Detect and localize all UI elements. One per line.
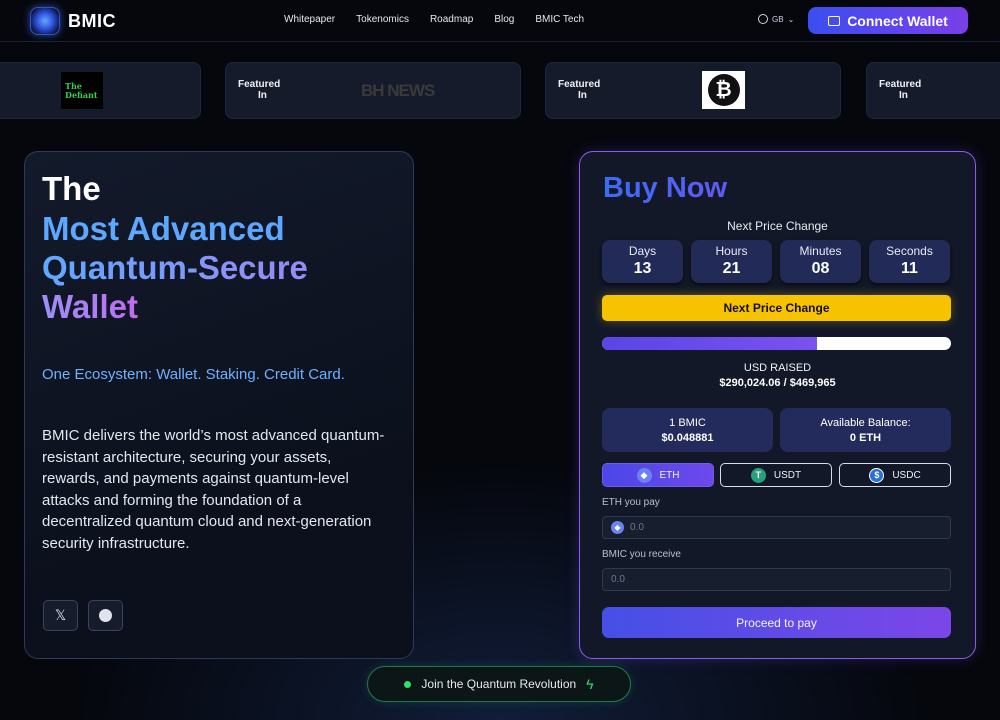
connect-wallet-button[interactable]: Connect Wallet xyxy=(808,7,968,34)
bh-news-logo: BH NEWS xyxy=(361,81,435,100)
token-usdc-button[interactable]: $ USDC xyxy=(839,463,951,487)
next-price-change-button[interactable]: Next Price Change xyxy=(602,295,951,321)
brand-logo[interactable]: BMIC xyxy=(30,7,116,35)
top-nav: BMIC Whitepaper Tokenomics Roadmap Blog … xyxy=(0,0,1000,42)
telegram-icon xyxy=(99,609,112,622)
usdc-icon: $ xyxy=(869,467,885,483)
featured-label: Featured In xyxy=(879,79,922,101)
telegram-social-button[interactable] xyxy=(88,600,123,631)
available-balance-box: Available Balance: 0 ETH xyxy=(780,408,951,452)
token-usdt-button[interactable]: T USDT xyxy=(720,463,832,487)
pay-input-value: 0.0 xyxy=(630,522,644,533)
logo-mark-icon xyxy=(30,7,60,35)
nav-link-bmic-tech[interactable]: BMIC Tech xyxy=(535,14,584,25)
chevron-down-icon: ⌄ xyxy=(787,14,795,24)
countdown-seconds: Seconds 11 xyxy=(869,240,950,283)
nav-link-blog[interactable]: Blog xyxy=(494,14,514,25)
language-selector[interactable]: GB ⌄ xyxy=(758,14,794,24)
nav-link-roadmap[interactable]: Roadmap xyxy=(430,14,473,25)
countdown-hours: Hours 21 xyxy=(691,240,772,283)
featured-label: Featured In xyxy=(558,79,601,101)
token-eth-button[interactable]: ◆ ETH xyxy=(602,463,714,487)
eth-icon: ◆ xyxy=(636,467,652,483)
hero-title-line3: Quantum-Secure xyxy=(42,249,308,286)
join-revolution-button[interactable]: Join the Quantum Revolution ϟ xyxy=(367,666,631,702)
bitcoin-icon: ₿ xyxy=(707,74,740,106)
the-defiant-logo: The Defiant xyxy=(61,72,103,109)
x-social-button[interactable]: 𝕏 xyxy=(43,600,78,631)
hero-tagline: One Ecosystem: Wallet. Staking. Credit C… xyxy=(42,366,345,383)
receive-label: BMIC you receive xyxy=(602,549,681,560)
status-dot-icon xyxy=(404,680,412,688)
join-label: Join the Quantum Revolution xyxy=(421,677,577,691)
usd-raised-label: USD RAISED xyxy=(743,362,812,374)
buy-title: Buy Now xyxy=(603,172,728,204)
connect-wallet-label: Connect Wallet xyxy=(847,12,948,29)
wallet-icon xyxy=(828,15,841,26)
usdt-icon: T xyxy=(750,467,766,483)
bitcoin-logo: ₿ xyxy=(702,71,745,109)
raise-progress-bar xyxy=(602,337,951,350)
hero-title-line1: The xyxy=(42,170,101,207)
hero-description: BMIC delivers the world’s most advanced … xyxy=(42,427,385,552)
nav-link-whitepaper[interactable]: Whitepaper xyxy=(284,14,335,25)
receive-input-value: 0.0 xyxy=(611,574,625,585)
receive-input[interactable]: 0.0 xyxy=(602,568,951,591)
pay-input[interactable]: ◆ 0.0 xyxy=(602,516,951,539)
brand-name: BMIC xyxy=(68,10,116,31)
proceed-to-pay-button[interactable]: Proceed to pay xyxy=(602,607,951,638)
countdown-days: Days 13 xyxy=(602,240,683,283)
nav-link-tokenomics[interactable]: Tokenomics xyxy=(356,14,409,25)
hero-title-line2: Most Advanced xyxy=(42,210,285,247)
x-icon: 𝕏 xyxy=(54,607,67,623)
eth-icon: ◆ xyxy=(611,521,624,534)
usd-raised-value: $290,024.06 / $469,965 xyxy=(719,377,836,389)
lightning-icon: ϟ xyxy=(586,676,594,692)
featured-card-partial: Featured In xyxy=(866,62,1000,119)
pay-label: ETH you pay xyxy=(602,497,660,508)
globe-icon xyxy=(758,14,768,24)
language-code: GB xyxy=(772,14,784,24)
hero-title-line4: Wallet xyxy=(42,288,138,325)
featured-label: Featured In xyxy=(238,79,281,101)
featured-card-bitcoin: Featured In xyxy=(545,62,841,119)
nav-links: Whitepaper Tokenomics Roadmap Blog BMIC … xyxy=(284,14,605,25)
bmic-price-box: 1 BMIC $0.048881 xyxy=(602,408,773,452)
raise-progress-fill xyxy=(602,337,818,350)
next-price-change-label: Next Price Change xyxy=(727,219,828,233)
countdown-minutes: Minutes 08 xyxy=(780,240,861,283)
